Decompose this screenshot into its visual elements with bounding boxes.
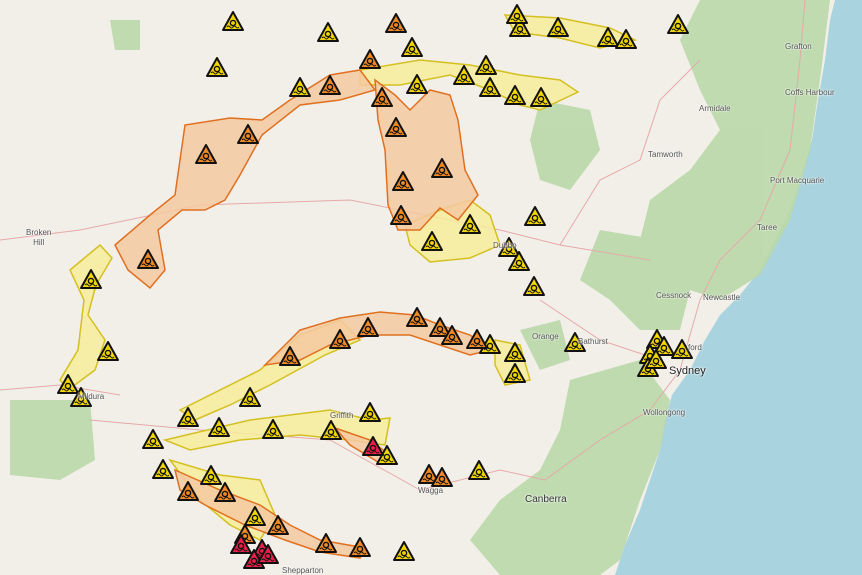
label-mildura: Mildura [78,392,105,401]
advice-marker-49[interactable] [506,4,528,24]
label-dubbo: Dubbo [493,241,517,250]
advice-marker-8[interactable] [667,14,689,34]
label-port-macquarie: Port Macquarie [770,176,825,185]
label-griffith: Griffith [330,411,354,420]
label-wagga: Wagga [418,486,444,495]
watch-marker-1[interactable] [359,49,381,69]
advice-marker-35[interactable] [524,206,546,226]
label-newcastle: Newcastle [703,293,740,302]
advice-marker-23[interactable] [142,429,164,449]
label-grafton: Grafton [785,42,812,51]
label-orange: Orange [532,332,559,341]
label-wollongong: Wollongong [643,408,686,417]
advice-marker-11[interactable] [475,55,497,75]
label-gosford: ford [688,343,702,352]
label-tamworth: Tamworth [648,150,683,159]
label-taree: Taree [757,223,778,232]
advice-marker-38[interactable] [523,276,545,296]
advice-marker-2[interactable] [206,57,228,77]
warning-zone-darling[interactable] [114,69,377,290]
advice-marker-32[interactable] [393,541,415,561]
advice-marker-1[interactable] [317,22,339,42]
label-canberra: Canberra [525,494,567,505]
label-bathurst: Bathurst [578,337,608,346]
advice-marker-9[interactable] [289,77,311,97]
advice-marker-27[interactable] [359,402,381,422]
flood-warning-map[interactable]: Broken Hill Mildura Griffith Wagga Canber… [0,0,862,575]
watch-marker-0[interactable] [385,13,407,33]
advice-marker-24[interactable] [152,459,174,479]
label-sydney: Sydney [669,365,706,377]
advice-marker-3[interactable] [401,37,423,57]
advice-marker-0[interactable] [222,11,244,31]
label-cessnock: Cessnock [656,291,692,300]
label-coffs-harbour: Coffs Harbour [785,88,835,97]
label-armidale: Armidale [699,104,731,113]
label-broken-hill: Broken Hill [26,228,52,247]
advice-marker-29[interactable] [468,460,490,480]
watch-zone-west[interactable] [59,243,113,392]
label-shepparton: Shepparton [282,566,324,575]
